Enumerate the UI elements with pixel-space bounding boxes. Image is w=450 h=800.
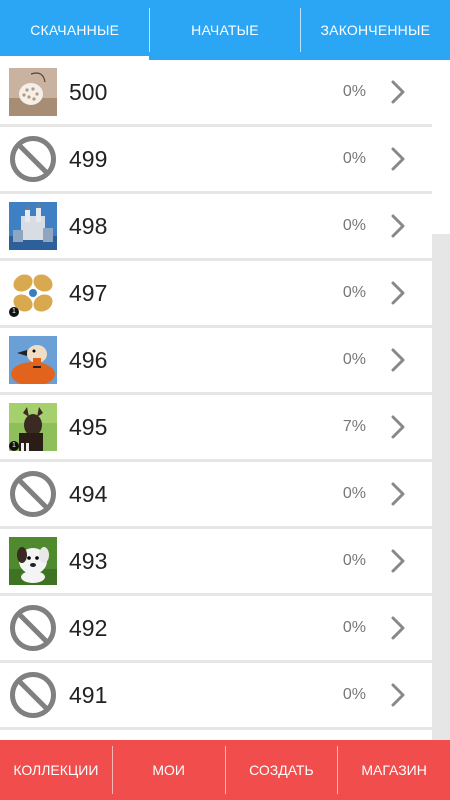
nav-create-button[interactable]: СОЗДАТЬ bbox=[226, 740, 338, 800]
list-item[interactable]: 498 0% bbox=[0, 194, 432, 258]
puppy-photo bbox=[9, 537, 57, 585]
item-number: 499 bbox=[69, 146, 108, 172]
list-item[interactable]: 492 0% bbox=[0, 596, 432, 660]
scrollbar-thumb[interactable] bbox=[432, 60, 450, 234]
no-image-icon bbox=[9, 671, 57, 719]
item-number: 497 bbox=[69, 280, 108, 306]
no-image-icon bbox=[9, 135, 57, 183]
item-progress: 0% bbox=[342, 150, 366, 167]
no-image-icon bbox=[9, 604, 57, 652]
item-number: 492 bbox=[69, 615, 108, 641]
duck-photo bbox=[9, 336, 57, 384]
item-progress: 0% bbox=[342, 552, 366, 569]
list-item[interactable]: 494 0% bbox=[0, 462, 432, 526]
list-item[interactable]: 496 0% bbox=[0, 328, 432, 392]
item-number: 494 bbox=[69, 481, 108, 507]
list-item[interactable]: 1 497 0% bbox=[0, 261, 432, 325]
chevron-right-icon bbox=[391, 549, 405, 573]
item-progress: 0% bbox=[342, 217, 366, 234]
item-progress: 0% bbox=[342, 686, 366, 703]
item-progress: 7% bbox=[342, 418, 366, 435]
puzzle-list[interactable]: 500 0% 499 0% 498 0% 1 497 0% 496 0% 1 4… bbox=[0, 60, 432, 740]
tab-finished[interactable]: ЗАКОНЧЕННЫЕ bbox=[301, 0, 450, 60]
chevron-right-icon bbox=[391, 683, 405, 707]
nav-collections-button[interactable]: КОЛЛЕКЦИИ bbox=[0, 740, 112, 800]
item-number: 495 bbox=[69, 414, 108, 440]
nav-mine-button[interactable]: МОИ bbox=[113, 740, 225, 800]
tab-downloaded[interactable]: СКАЧАННЫЕ bbox=[0, 0, 150, 60]
item-progress: 0% bbox=[342, 619, 366, 636]
chevron-right-icon bbox=[391, 80, 405, 104]
list-item[interactable]: 1 495 7% bbox=[0, 395, 432, 459]
bottom-nav-bar: КОЛЛЕКЦИИ МОИ СОЗДАТЬ МАГАЗИН bbox=[0, 740, 450, 800]
hint-badge: 1 bbox=[9, 441, 19, 451]
item-progress: 0% bbox=[342, 284, 366, 301]
okapi-photo: 1 bbox=[9, 403, 57, 451]
item-progress: 0% bbox=[342, 485, 366, 502]
item-number: 498 bbox=[69, 213, 108, 239]
chevron-right-icon bbox=[391, 415, 405, 439]
castle-photo bbox=[9, 202, 57, 250]
item-number: 500 bbox=[69, 79, 108, 105]
list-item-partial[interactable] bbox=[0, 730, 432, 740]
list-item[interactable]: 500 0% bbox=[0, 60, 432, 124]
list-item[interactable]: 493 0% bbox=[0, 529, 432, 593]
list-item[interactable]: 491 0% bbox=[0, 663, 432, 727]
chevron-right-icon bbox=[391, 348, 405, 372]
nav-shop-button[interactable]: МАГАЗИН bbox=[338, 740, 450, 800]
chevron-right-icon bbox=[391, 281, 405, 305]
chevron-right-icon bbox=[391, 482, 405, 506]
no-image-icon bbox=[9, 470, 57, 518]
scrollbar-track[interactable] bbox=[432, 60, 450, 740]
chevron-right-icon bbox=[391, 147, 405, 171]
item-number: 491 bbox=[69, 682, 108, 708]
chevron-right-icon bbox=[391, 214, 405, 238]
tab-started[interactable]: НАЧАТЫЕ bbox=[150, 0, 299, 60]
item-number: 493 bbox=[69, 548, 108, 574]
list-item[interactable]: 499 0% bbox=[0, 127, 432, 191]
lamp-photo bbox=[9, 68, 57, 116]
chevron-right-icon bbox=[391, 616, 405, 640]
item-progress: 0% bbox=[342, 83, 366, 100]
hint-badge: 1 bbox=[9, 307, 19, 317]
item-number: 496 bbox=[69, 347, 108, 373]
cookies-photo: 1 bbox=[9, 269, 57, 317]
top-tab-bar: СКАЧАННЫЕ НАЧАТЫЕ ЗАКОНЧЕННЫЕ bbox=[0, 0, 450, 60]
item-progress: 0% bbox=[342, 351, 366, 368]
